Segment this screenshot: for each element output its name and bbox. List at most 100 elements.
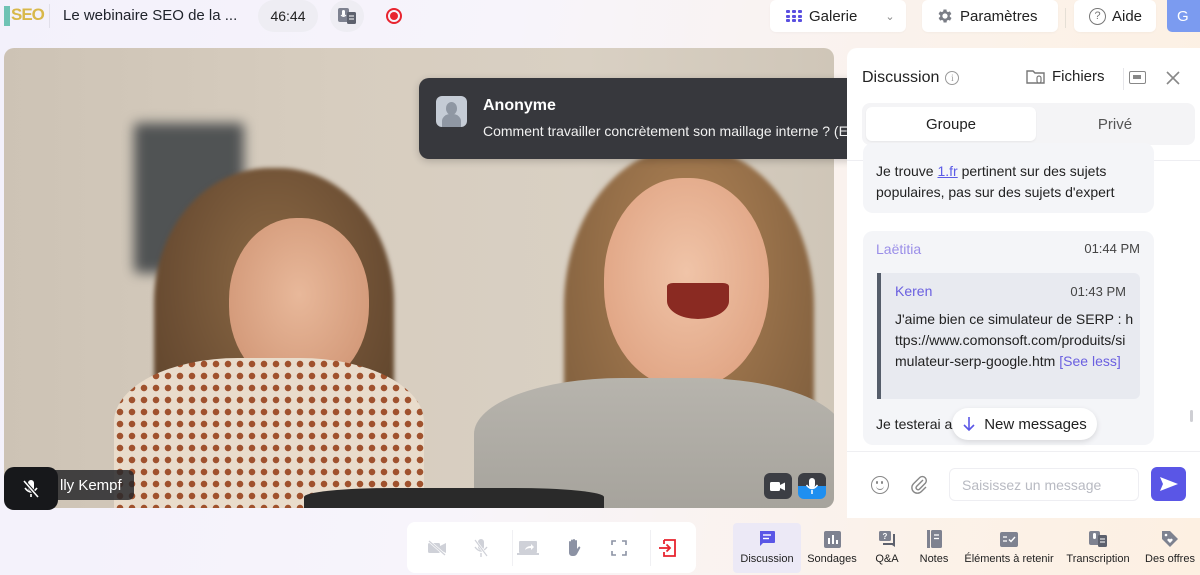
notification-author: Anonyme — [483, 97, 556, 114]
tab-private[interactable]: Privé — [1040, 107, 1190, 141]
settings-label: Paramètres — [960, 7, 1038, 25]
gear-icon — [938, 9, 952, 23]
camera-off-icon — [428, 540, 446, 556]
divider — [847, 451, 1200, 452]
help-label: Aide — [1112, 7, 1143, 25]
info-icon[interactable]: i — [945, 71, 960, 85]
camera-toggle[interactable] — [424, 535, 450, 561]
tab-key-takeaways[interactable]: Éléments à retenir — [963, 523, 1055, 573]
notification-message: Comment travailler concrètement son mail… — [483, 123, 884, 139]
quote-text: J'aime bien ce simulateur de SERP : http… — [895, 311, 1134, 369]
message-author: Laëtitia — [876, 241, 922, 257]
transcription-icon — [338, 8, 356, 24]
tab-label: Discussion — [740, 553, 794, 565]
divider — [49, 4, 50, 28]
chat-title-text: Discussion — [862, 69, 940, 86]
chat-scrollbar[interactable] — [1190, 410, 1193, 422]
files-button[interactable]: Fichiers — [1026, 68, 1105, 85]
record-button[interactable] — [378, 0, 410, 32]
help-button[interactable]: ? Aide — [1074, 0, 1156, 32]
files-label: Fichiers — [1052, 68, 1105, 85]
layout-label: Galerie — [809, 7, 858, 25]
tab-label: Notes — [919, 553, 949, 565]
video-camera-icon — [770, 481, 785, 491]
raise-hand-button[interactable] — [561, 535, 587, 561]
svg-text:?: ? — [883, 532, 888, 541]
divider — [1065, 8, 1066, 28]
quote-author: Keren — [895, 283, 933, 299]
qa-icon: ? — [879, 531, 895, 547]
checklist-icon — [1000, 531, 1018, 547]
chat-title: Discussion i — [862, 69, 960, 87]
session-timer: 46:44 — [258, 0, 318, 32]
message-text: Je testerai a — [876, 416, 953, 432]
tab-group[interactable]: Groupe — [866, 107, 1036, 141]
folder-attachment-icon — [1026, 69, 1045, 84]
message-link[interactable]: 1.fr — [937, 163, 957, 179]
fullscreen-icon — [611, 540, 627, 556]
layout-dropdown[interactable]: Galerie ⌄ — [770, 0, 906, 32]
top-bar: SEO Le webinaire SEO de la ... 46:44 Gal… — [0, 0, 1200, 36]
divider — [1123, 68, 1124, 90]
participant-right-smile — [667, 283, 729, 319]
speaker-mic-indicator — [798, 473, 826, 499]
anonymous-avatar-icon — [436, 96, 467, 127]
meeting-controls — [407, 522, 696, 573]
tab-offers[interactable]: Des offres — [1143, 523, 1197, 573]
transcription-icon — [1089, 531, 1107, 547]
chevron-down-icon: ⌄ — [885, 10, 895, 23]
message-text: Je trouve 1.fr pertinent sur des sujets … — [876, 163, 1115, 200]
recording-icon — [386, 8, 402, 24]
help-icon: ? — [1089, 7, 1106, 25]
microphone-icon — [805, 478, 819, 494]
mic-off-icon — [474, 539, 488, 557]
bar-chart-icon — [823, 530, 841, 548]
settings-button[interactable]: Paramètres — [922, 0, 1058, 32]
tab-label: Des offres — [1145, 553, 1195, 565]
quoted-message: Keren 01:43 PM J'aime bien ce simulateur… — [877, 273, 1140, 399]
see-less-link[interactable]: [See less] — [1059, 353, 1120, 369]
paperclip-icon[interactable] — [910, 474, 928, 494]
mic-off-icon — [22, 479, 40, 498]
couch — [304, 488, 604, 508]
share-screen-icon — [517, 541, 539, 555]
tag-icon — [1162, 531, 1178, 547]
participant-left-body — [114, 358, 424, 508]
tab-label: Transcription — [1066, 553, 1130, 565]
tab-qa[interactable]: ? Q&A — [871, 523, 903, 573]
chat-panel: Discussion i Fichiers Groupe Privé Je tr… — [847, 48, 1200, 518]
tab-transcription[interactable]: Transcription — [1066, 523, 1130, 573]
chat-bubble-icon — [760, 531, 775, 546]
self-mic-muted-indicator[interactable] — [4, 467, 58, 510]
new-messages-label: New messages — [984, 415, 1087, 433]
tab-notes[interactable]: Notes — [916, 523, 952, 573]
arrow-down-icon — [963, 417, 975, 432]
send-button[interactable] — [1151, 467, 1186, 501]
notes-icon — [926, 530, 942, 548]
webinar-title: Le webinaire SEO de la ... — [63, 7, 238, 24]
message-time: 01:44 PM — [1084, 241, 1140, 256]
side-panel-tabs: Discussion Sondages ? Q&A Notes Éléments… — [733, 523, 1200, 575]
new-messages-button[interactable]: New messages — [952, 408, 1097, 440]
close-chat-icon[interactable] — [1164, 69, 1182, 87]
fullscreen-button[interactable] — [606, 535, 632, 561]
divider — [512, 530, 513, 566]
tab-label: Sondages — [807, 553, 857, 565]
share-screen-button[interactable] — [515, 535, 541, 561]
emoji-button[interactable] — [871, 476, 889, 494]
popout-icon[interactable] — [1129, 71, 1146, 84]
leave-button[interactable] — [654, 535, 680, 561]
exit-icon — [659, 539, 676, 557]
raise-hand-icon — [569, 539, 581, 557]
mic-toggle[interactable] — [468, 535, 494, 561]
send-icon — [1159, 477, 1178, 491]
message-input[interactable] — [949, 468, 1139, 501]
tab-polls[interactable]: Sondages — [805, 523, 859, 573]
brand-logo: SEO — [4, 4, 45, 30]
tab-discussion[interactable]: Discussion — [733, 523, 801, 573]
user-avatar[interactable]: G — [1167, 0, 1200, 32]
tab-label: Q&A — [875, 553, 899, 565]
speaker-camera-indicator — [764, 473, 792, 499]
grid-icon — [786, 10, 802, 22]
transcription-button[interactable] — [330, 0, 364, 32]
